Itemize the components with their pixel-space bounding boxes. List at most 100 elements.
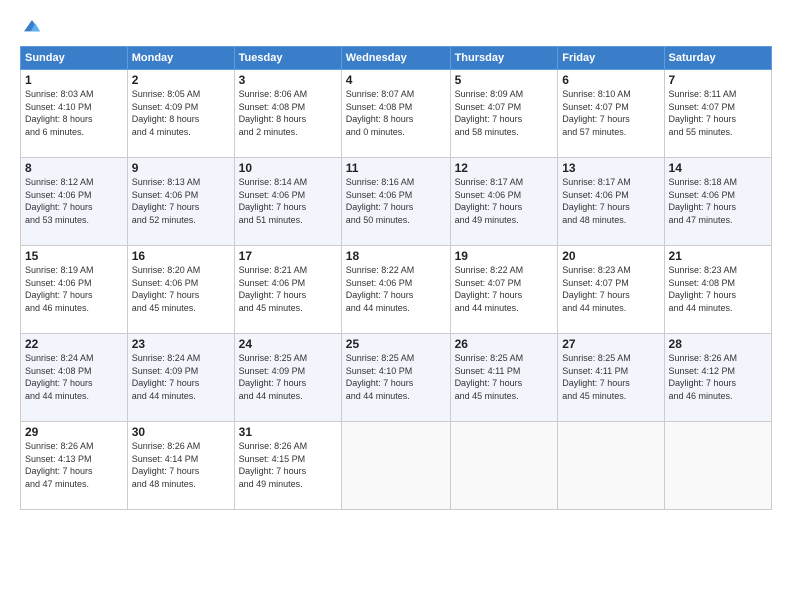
calendar-cell: 3 Sunrise: 8:06 AMSunset: 4:08 PMDayligh… bbox=[234, 70, 341, 158]
day-number: 12 bbox=[455, 161, 554, 175]
calendar-cell bbox=[558, 422, 664, 510]
day-number: 3 bbox=[239, 73, 337, 87]
day-number: 11 bbox=[346, 161, 446, 175]
calendar-cell: 14 Sunrise: 8:18 AMSunset: 4:06 PMDaylig… bbox=[664, 158, 771, 246]
calendar-cell: 13 Sunrise: 8:17 AMSunset: 4:06 PMDaylig… bbox=[558, 158, 664, 246]
calendar-page: SundayMondayTuesdayWednesdayThursdayFrid… bbox=[0, 0, 792, 612]
calendar-week-3: 15 Sunrise: 8:19 AMSunset: 4:06 PMDaylig… bbox=[21, 246, 772, 334]
day-number: 10 bbox=[239, 161, 337, 175]
day-header-sunday: Sunday bbox=[21, 47, 128, 70]
day-number: 7 bbox=[669, 73, 767, 87]
calendar-cell: 18 Sunrise: 8:22 AMSunset: 4:06 PMDaylig… bbox=[341, 246, 450, 334]
day-info: Sunrise: 8:26 AMSunset: 4:14 PMDaylight:… bbox=[132, 440, 230, 490]
day-number: 18 bbox=[346, 249, 446, 263]
calendar-week-1: 1 Sunrise: 8:03 AMSunset: 4:10 PMDayligh… bbox=[21, 70, 772, 158]
day-info: Sunrise: 8:11 AMSunset: 4:07 PMDaylight:… bbox=[669, 88, 767, 138]
day-number: 26 bbox=[455, 337, 554, 351]
day-number: 19 bbox=[455, 249, 554, 263]
day-number: 25 bbox=[346, 337, 446, 351]
day-info: Sunrise: 8:07 AMSunset: 4:08 PMDaylight:… bbox=[346, 88, 446, 138]
day-info: Sunrise: 8:16 AMSunset: 4:06 PMDaylight:… bbox=[346, 176, 446, 226]
day-info: Sunrise: 8:23 AMSunset: 4:08 PMDaylight:… bbox=[669, 264, 767, 314]
day-number: 4 bbox=[346, 73, 446, 87]
calendar-cell: 15 Sunrise: 8:19 AMSunset: 4:06 PMDaylig… bbox=[21, 246, 128, 334]
day-number: 29 bbox=[25, 425, 123, 439]
day-info: Sunrise: 8:03 AMSunset: 4:10 PMDaylight:… bbox=[25, 88, 123, 138]
calendar-cell: 19 Sunrise: 8:22 AMSunset: 4:07 PMDaylig… bbox=[450, 246, 558, 334]
day-info: Sunrise: 8:20 AMSunset: 4:06 PMDaylight:… bbox=[132, 264, 230, 314]
day-number: 23 bbox=[132, 337, 230, 351]
calendar-cell: 17 Sunrise: 8:21 AMSunset: 4:06 PMDaylig… bbox=[234, 246, 341, 334]
logo bbox=[20, 18, 46, 38]
calendar-cell: 23 Sunrise: 8:24 AMSunset: 4:09 PMDaylig… bbox=[127, 334, 234, 422]
calendar-cell: 9 Sunrise: 8:13 AMSunset: 4:06 PMDayligh… bbox=[127, 158, 234, 246]
calendar-cell: 27 Sunrise: 8:25 AMSunset: 4:11 PMDaylig… bbox=[558, 334, 664, 422]
day-number: 9 bbox=[132, 161, 230, 175]
day-number: 1 bbox=[25, 73, 123, 87]
day-info: Sunrise: 8:25 AMSunset: 4:10 PMDaylight:… bbox=[346, 352, 446, 402]
day-number: 30 bbox=[132, 425, 230, 439]
day-info: Sunrise: 8:06 AMSunset: 4:08 PMDaylight:… bbox=[239, 88, 337, 138]
logo-icon bbox=[22, 18, 42, 38]
calendar-cell bbox=[341, 422, 450, 510]
day-number: 21 bbox=[669, 249, 767, 263]
day-number: 27 bbox=[562, 337, 659, 351]
calendar-cell: 1 Sunrise: 8:03 AMSunset: 4:10 PMDayligh… bbox=[21, 70, 128, 158]
day-number: 13 bbox=[562, 161, 659, 175]
day-info: Sunrise: 8:10 AMSunset: 4:07 PMDaylight:… bbox=[562, 88, 659, 138]
day-info: Sunrise: 8:22 AMSunset: 4:06 PMDaylight:… bbox=[346, 264, 446, 314]
day-number: 14 bbox=[669, 161, 767, 175]
day-number: 31 bbox=[239, 425, 337, 439]
day-header-saturday: Saturday bbox=[664, 47, 771, 70]
calendar-cell: 5 Sunrise: 8:09 AMSunset: 4:07 PMDayligh… bbox=[450, 70, 558, 158]
day-number: 28 bbox=[669, 337, 767, 351]
day-info: Sunrise: 8:19 AMSunset: 4:06 PMDaylight:… bbox=[25, 264, 123, 314]
day-number: 17 bbox=[239, 249, 337, 263]
day-number: 2 bbox=[132, 73, 230, 87]
day-info: Sunrise: 8:17 AMSunset: 4:06 PMDaylight:… bbox=[562, 176, 659, 226]
calendar-cell: 22 Sunrise: 8:24 AMSunset: 4:08 PMDaylig… bbox=[21, 334, 128, 422]
day-info: Sunrise: 8:24 AMSunset: 4:09 PMDaylight:… bbox=[132, 352, 230, 402]
calendar-cell bbox=[450, 422, 558, 510]
day-info: Sunrise: 8:25 AMSunset: 4:11 PMDaylight:… bbox=[455, 352, 554, 402]
day-info: Sunrise: 8:13 AMSunset: 4:06 PMDaylight:… bbox=[132, 176, 230, 226]
day-header-wednesday: Wednesday bbox=[341, 47, 450, 70]
calendar-cell: 6 Sunrise: 8:10 AMSunset: 4:07 PMDayligh… bbox=[558, 70, 664, 158]
day-number: 15 bbox=[25, 249, 123, 263]
day-header-thursday: Thursday bbox=[450, 47, 558, 70]
calendar-table: SundayMondayTuesdayWednesdayThursdayFrid… bbox=[20, 46, 772, 510]
day-number: 24 bbox=[239, 337, 337, 351]
day-number: 6 bbox=[562, 73, 659, 87]
day-number: 16 bbox=[132, 249, 230, 263]
calendar-cell: 31 Sunrise: 8:26 AMSunset: 4:15 PMDaylig… bbox=[234, 422, 341, 510]
day-info: Sunrise: 8:26 AMSunset: 4:12 PMDaylight:… bbox=[669, 352, 767, 402]
day-number: 22 bbox=[25, 337, 123, 351]
day-number: 8 bbox=[25, 161, 123, 175]
calendar-week-4: 22 Sunrise: 8:24 AMSunset: 4:08 PMDaylig… bbox=[21, 334, 772, 422]
calendar-cell: 20 Sunrise: 8:23 AMSunset: 4:07 PMDaylig… bbox=[558, 246, 664, 334]
header bbox=[20, 18, 772, 38]
day-info: Sunrise: 8:18 AMSunset: 4:06 PMDaylight:… bbox=[669, 176, 767, 226]
day-info: Sunrise: 8:23 AMSunset: 4:07 PMDaylight:… bbox=[562, 264, 659, 314]
calendar-cell: 21 Sunrise: 8:23 AMSunset: 4:08 PMDaylig… bbox=[664, 246, 771, 334]
day-header-tuesday: Tuesday bbox=[234, 47, 341, 70]
calendar-cell: 16 Sunrise: 8:20 AMSunset: 4:06 PMDaylig… bbox=[127, 246, 234, 334]
day-info: Sunrise: 8:26 AMSunset: 4:15 PMDaylight:… bbox=[239, 440, 337, 490]
calendar-cell: 4 Sunrise: 8:07 AMSunset: 4:08 PMDayligh… bbox=[341, 70, 450, 158]
day-info: Sunrise: 8:14 AMSunset: 4:06 PMDaylight:… bbox=[239, 176, 337, 226]
calendar-cell: 7 Sunrise: 8:11 AMSunset: 4:07 PMDayligh… bbox=[664, 70, 771, 158]
day-info: Sunrise: 8:26 AMSunset: 4:13 PMDaylight:… bbox=[25, 440, 123, 490]
day-info: Sunrise: 8:05 AMSunset: 4:09 PMDaylight:… bbox=[132, 88, 230, 138]
day-info: Sunrise: 8:25 AMSunset: 4:09 PMDaylight:… bbox=[239, 352, 337, 402]
day-header-monday: Monday bbox=[127, 47, 234, 70]
day-info: Sunrise: 8:17 AMSunset: 4:06 PMDaylight:… bbox=[455, 176, 554, 226]
day-header-friday: Friday bbox=[558, 47, 664, 70]
calendar-cell: 28 Sunrise: 8:26 AMSunset: 4:12 PMDaylig… bbox=[664, 334, 771, 422]
calendar-cell bbox=[664, 422, 771, 510]
calendar-header-row: SundayMondayTuesdayWednesdayThursdayFrid… bbox=[21, 47, 772, 70]
calendar-cell: 25 Sunrise: 8:25 AMSunset: 4:10 PMDaylig… bbox=[341, 334, 450, 422]
calendar-cell: 26 Sunrise: 8:25 AMSunset: 4:11 PMDaylig… bbox=[450, 334, 558, 422]
day-info: Sunrise: 8:21 AMSunset: 4:06 PMDaylight:… bbox=[239, 264, 337, 314]
calendar-cell: 24 Sunrise: 8:25 AMSunset: 4:09 PMDaylig… bbox=[234, 334, 341, 422]
day-info: Sunrise: 8:25 AMSunset: 4:11 PMDaylight:… bbox=[562, 352, 659, 402]
